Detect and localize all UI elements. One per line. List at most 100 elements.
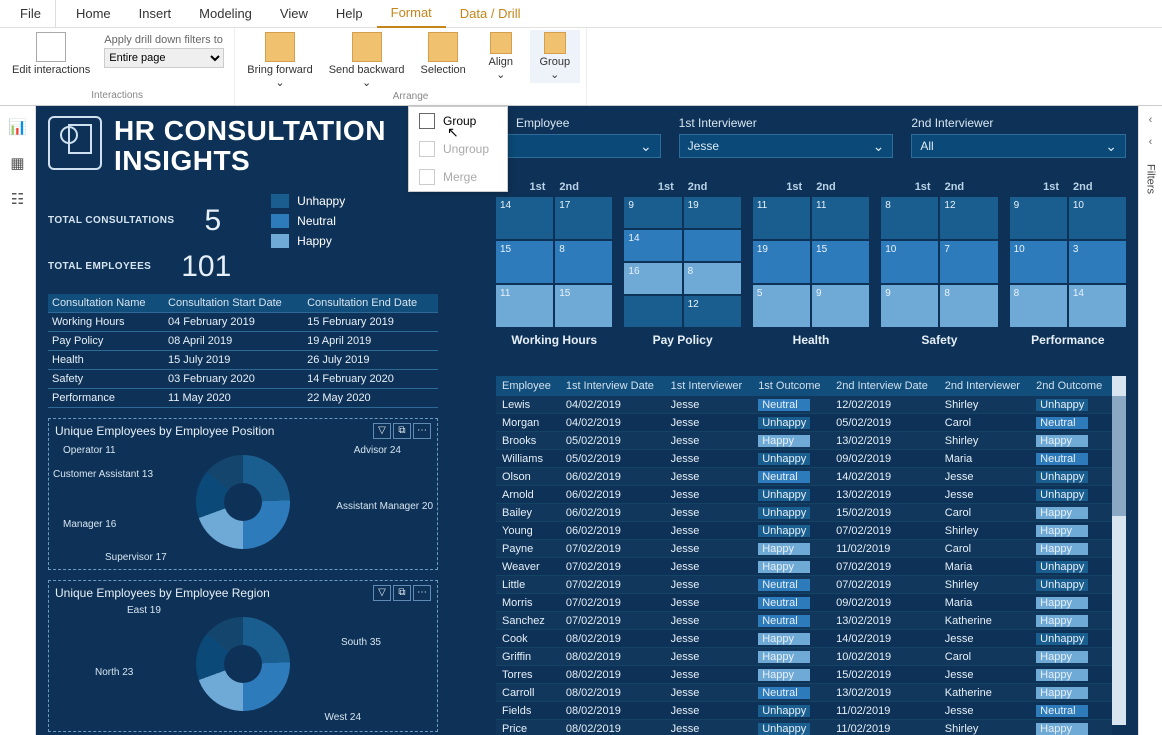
table-row[interactable]: Morris07/02/2019JesseNeutral09/02/2019Ma…: [496, 594, 1112, 612]
tmap-col-hdr: 2nd: [559, 181, 579, 193]
interview-table[interactable]: Employee1st Interview Date1st Interviewe…: [496, 376, 1112, 735]
table-row[interactable]: Torres08/02/2019JesseHappy15/02/2019Jess…: [496, 666, 1112, 684]
tab-home[interactable]: Home: [62, 0, 125, 27]
tab-help[interactable]: Help: [322, 0, 377, 27]
donut-chart: [196, 617, 290, 711]
send-backward-button[interactable]: Send backward⌄: [323, 30, 411, 91]
outcome-badge: Unhappy: [758, 723, 810, 735]
slicer-interviewer1: 1st Interviewer Jesse: [679, 116, 894, 158]
model-view-icon[interactable]: ☷: [11, 190, 24, 208]
tab-view[interactable]: View: [266, 0, 322, 27]
tab-file[interactable]: File: [6, 0, 56, 27]
treemap-caption: Working Hours: [511, 333, 597, 347]
table-row[interactable]: Morgan04/02/2019JesseUnhappy05/02/2019Ca…: [496, 414, 1112, 432]
table-row[interactable]: Griffin08/02/2019JesseHappy10/02/2019Car…: [496, 648, 1112, 666]
table-row[interactable]: Arnold06/02/2019JesseUnhappy13/02/2019Je…: [496, 486, 1112, 504]
table-header[interactable]: 1st Outcome: [752, 376, 830, 396]
table-row[interactable]: Price08/02/2019JesseUnhappy11/02/2019Shi…: [496, 720, 1112, 735]
visual-more-icon[interactable]: ⋯: [413, 585, 431, 601]
treemap-cell: 8: [684, 263, 741, 294]
table-row[interactable]: Olson06/02/2019JesseNeutral14/02/2019Jes…: [496, 468, 1112, 486]
table-row[interactable]: Carroll08/02/2019JesseNeutral13/02/2019K…: [496, 684, 1112, 702]
treemap-visual[interactable]: 1st2nd81091278Safety: [881, 181, 997, 347]
table-row[interactable]: Weaver07/02/2019JesseHappy07/02/2019Mari…: [496, 558, 1112, 576]
donut-label: Supervisor 17: [105, 552, 167, 563]
scrollbar-thumb[interactable]: [1112, 396, 1126, 516]
table-header[interactable]: Consultation Start Date: [164, 294, 303, 313]
tmap-col-hdr: 2nd: [688, 181, 708, 193]
edit-interactions-button[interactable]: Edit interactions: [6, 30, 96, 78]
report-view-icon[interactable]: 📊: [8, 118, 27, 136]
treemap-visual[interactable]: 1st2nd1119511159Health: [753, 181, 869, 347]
table-row[interactable]: Young06/02/2019JesseUnhappy07/02/2019Shi…: [496, 522, 1112, 540]
table-header[interactable]: 1st Interviewer: [665, 376, 753, 396]
tab-format[interactable]: Format: [377, 0, 446, 28]
visual-employees-by-position[interactable]: Unique Employees by Employee Position ▽ …: [48, 418, 438, 570]
table-row[interactable]: Cook08/02/2019JesseHappy14/02/2019JesseU…: [496, 630, 1112, 648]
table-header[interactable]: 2nd Interviewer: [939, 376, 1030, 396]
table-row[interactable]: Pay Policy08 April 201919 April 2019: [48, 332, 438, 351]
bring-forward-button[interactable]: Bring forward⌄: [241, 30, 318, 91]
table-row[interactable]: Sanchez07/02/2019JesseNeutral13/02/2019K…: [496, 612, 1112, 630]
table-row[interactable]: Williams05/02/2019JesseUnhappy09/02/2019…: [496, 450, 1112, 468]
table-row[interactable]: Bailey06/02/2019JesseUnhappy15/02/2019Ca…: [496, 504, 1112, 522]
align-button[interactable]: Align⌄: [476, 30, 526, 83]
tab-modeling[interactable]: Modeling: [185, 0, 266, 27]
table-header[interactable]: 2nd Outcome: [1030, 376, 1112, 396]
table-header[interactable]: Consultation Name: [48, 294, 164, 313]
table-row[interactable]: Payne07/02/2019JesseHappy11/02/2019Carol…: [496, 540, 1112, 558]
menu-item-ungroup: Ungroup: [409, 135, 507, 163]
treemap-cell: 11: [496, 285, 553, 327]
table-row[interactable]: Lewis04/02/2019JesseNeutral12/02/2019Shi…: [496, 396, 1112, 414]
slicer-interviewer2-dropdown[interactable]: All: [911, 134, 1126, 158]
tmap-col-hdr: 1st: [529, 181, 545, 193]
table-header[interactable]: 2nd Interview Date: [830, 376, 939, 396]
table-row[interactable]: Little07/02/2019JesseNeutral07/02/2019Sh…: [496, 576, 1112, 594]
interview-table-wrap: Employee1st Interview Date1st Interviewe…: [496, 376, 1126, 725]
visual-filter-icon[interactable]: ▽: [373, 585, 391, 601]
right-panes-rail: ‹ ‹ Filters: [1138, 106, 1162, 735]
edit-interactions-icon: [36, 32, 66, 62]
selection-pane-button[interactable]: Selection: [415, 30, 472, 78]
selection-label: Selection: [421, 64, 466, 76]
treemap-cell: 16: [624, 263, 681, 294]
table-row[interactable]: Brooks05/02/2019JesseHappy13/02/2019Shir…: [496, 432, 1112, 450]
treemap-caption: Pay Policy: [653, 333, 713, 347]
treemap-visual[interactable]: 1st2nd14151117815Working Hours: [496, 181, 612, 347]
bring-forward-icon: [265, 32, 295, 62]
visual-more-icon[interactable]: ⋯: [413, 423, 431, 439]
outcome-badge: Neutral: [758, 579, 810, 591]
treemap-visual[interactable]: 1st2nd910810314Performance: [1010, 181, 1126, 347]
collapse-pane-icon[interactable]: ‹: [1149, 114, 1153, 126]
filters-pane-label[interactable]: Filters: [1145, 164, 1157, 194]
table-header[interactable]: Consultation End Date: [303, 294, 438, 313]
table-row[interactable]: Health15 July 201926 July 2019: [48, 351, 438, 370]
collapse-pane-icon[interactable]: ‹: [1149, 136, 1153, 148]
outcome-badge: Happy: [1036, 615, 1088, 627]
tab-insert[interactable]: Insert: [125, 0, 186, 27]
treemap-visual[interactable]: 1st2nd9141619812Pay Policy: [624, 181, 740, 347]
table-row[interactable]: Working Hours04 February 201915 February…: [48, 313, 438, 332]
table-row[interactable]: Fields08/02/2019JesseUnhappy11/02/2019Je…: [496, 702, 1112, 720]
drill-filter-select[interactable]: Entire page: [104, 48, 224, 68]
report-canvas[interactable]: HR CONSULTATION INSIGHTS Employee 1st In…: [36, 106, 1138, 735]
visual-focus-icon[interactable]: ⧉: [393, 585, 411, 601]
tab-datadrill[interactable]: Data / Drill: [446, 0, 535, 27]
slicer-interviewer1-dropdown[interactable]: Jesse: [679, 134, 894, 158]
treemap-cell: 9: [624, 197, 681, 228]
table-row[interactable]: Safety03 February 202014 February 2020: [48, 370, 438, 389]
outcome-badge: Unhappy: [1036, 471, 1088, 483]
data-view-icon[interactable]: ▦: [10, 154, 24, 172]
visual-filter-icon[interactable]: ▽: [373, 423, 391, 439]
table-row[interactable]: Performance11 May 202022 May 2020: [48, 389, 438, 408]
menu-item-group[interactable]: Group: [409, 107, 507, 135]
group-button[interactable]: Group⌄: [530, 30, 580, 83]
drill-filter-control: Apply drill down filters to Entire page: [100, 30, 228, 72]
consultation-table[interactable]: Consultation NameConsultation Start Date…: [48, 294, 438, 408]
treemap-cell: 17: [555, 197, 612, 239]
table-scrollbar[interactable]: [1112, 376, 1126, 725]
table-header[interactable]: Employee: [496, 376, 560, 396]
table-header[interactable]: 1st Interview Date: [560, 376, 665, 396]
visual-focus-icon[interactable]: ⧉: [393, 423, 411, 439]
visual-employees-by-region[interactable]: Unique Employees by Employee Region ▽ ⧉ …: [48, 580, 438, 732]
